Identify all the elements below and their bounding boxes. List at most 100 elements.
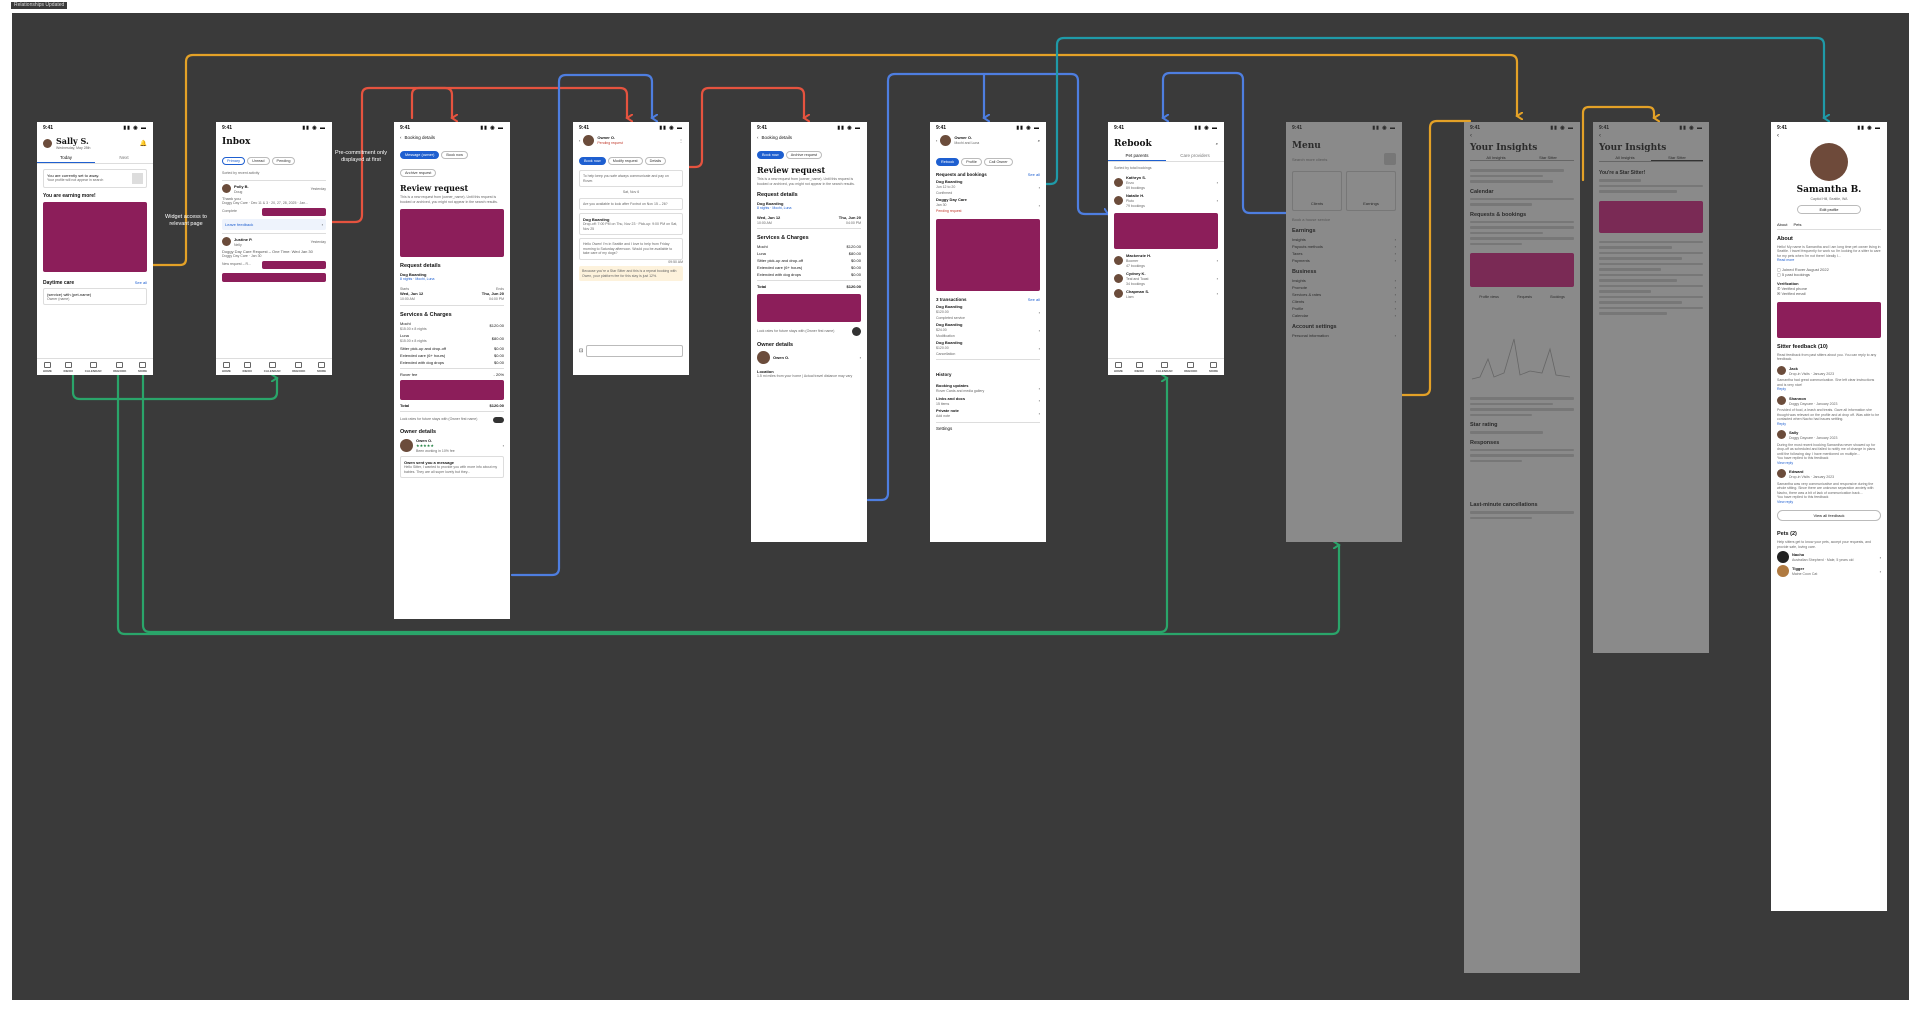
menu-item[interactable]: Clients › <box>1292 299 1396 304</box>
nav-calendar[interactable]: CALENDAR <box>1156 361 1173 373</box>
attach-icon[interactable]: ⊡ <box>579 348 583 354</box>
owner-row[interactable]: Owen O. ★★★★★ Been working in 10% fee › <box>400 438 504 454</box>
nav-inbox[interactable]: INBOX <box>1135 361 1144 373</box>
nav-more[interactable]: MORE <box>317 361 326 373</box>
filter-primary[interactable]: Primary <box>222 157 246 165</box>
see-all-link[interactable]: See all <box>135 280 147 285</box>
details-chip[interactable]: Details <box>644 157 667 165</box>
more-icon[interactable]: ⋮ <box>679 138 683 143</box>
menu-item[interactable]: Payments › <box>1292 258 1396 263</box>
list-item[interactable]: Cydney K. Teal and Toast 34 bookings › <box>1114 271 1218 287</box>
settings-link[interactable]: Settings <box>936 426 1040 431</box>
nav-rebook[interactable]: REBOOK <box>292 361 305 373</box>
list-item[interactable]: Natalie H. Pluto 79 bookings › <box>1114 193 1218 209</box>
edit-profile-button[interactable]: Edit profile <box>1797 204 1861 214</box>
menu-item[interactable]: Profile › <box>1292 306 1396 311</box>
menu-item[interactable]: Payouts methods › <box>1292 244 1396 249</box>
list-item[interactable]: Links and docs 15 items › <box>936 396 1040 407</box>
away-card[interactable]: You are currently set to away. Your prof… <box>43 168 147 188</box>
profile-chip[interactable]: Profile <box>961 158 982 166</box>
earnings-widget[interactable] <box>43 201 147 272</box>
nav-home[interactable]: HOME <box>222 361 231 373</box>
nav-rebook[interactable]: REBOOK <box>113 361 126 373</box>
search-icon[interactable]: ⌕ <box>1038 138 1040 143</box>
filter-unread[interactable]: Unread <box>247 157 270 165</box>
menu-item[interactable]: Promote › <box>1292 285 1396 290</box>
back-icon[interactable]: ‹ <box>579 138 580 143</box>
menu-item[interactable]: Insights › <box>1292 237 1396 242</box>
nav-more[interactable]: MORE <box>1209 361 1218 373</box>
filter-pending[interactable]: Pending <box>271 157 296 165</box>
tab-about[interactable]: About <box>1777 222 1787 227</box>
list-item[interactable]: Polly B. Doug Yesterday Thank you Doggy Da… <box>222 184 326 230</box>
owner-row[interactable]: Owen O. › <box>757 351 861 364</box>
clients-tile[interactable]: Clients <box>1292 171 1342 211</box>
sort-label[interactable]: Sorted by recent activity <box>222 171 326 176</box>
bell-icon[interactable]: 🔔 <box>140 140 147 147</box>
see-all-link[interactable]: See all <box>1028 172 1040 177</box>
nav-calendar[interactable]: CALENDAR <box>264 361 281 373</box>
archive-chip[interactable]: Archive request <box>785 151 823 159</box>
tab-today[interactable]: Today <box>37 155 95 163</box>
tab-star-sitter[interactable]: Star Sitter <box>1522 155 1574 160</box>
nav-home[interactable]: HOME <box>1114 361 1123 373</box>
screen-menu: 9:41 ▮▮ ◉ ▬ Menu Search more clients Clie… <box>1286 122 1402 542</box>
lock-rates-toggle[interactable] <box>852 327 861 336</box>
tab-pet-parents[interactable]: Pet parents <box>1108 153 1166 161</box>
list-item[interactable]: Chapman S. Liam › <box>1114 289 1218 300</box>
menu-item[interactable]: Services & rates › <box>1292 292 1396 297</box>
see-all-link[interactable]: See all <box>1028 297 1040 302</box>
pet-item[interactable]: Nacho Australian Shepherd · Male, 5 years… <box>1777 551 1881 563</box>
book-now-chip[interactable]: Book now <box>757 151 784 159</box>
daytime-title: Daytime care <box>43 279 75 286</box>
list-item[interactable]: Private note Add note › <box>936 408 1040 419</box>
list-item[interactable]: Dog Boarding Jun 12 to 20 Confirmed › <box>936 179 1040 195</box>
tab-star-sitter[interactable]: Star Sitter <box>1651 155 1703 161</box>
back-icon[interactable]: ‹ <box>400 135 402 140</box>
back-icon[interactable]: ‹ <box>757 135 759 140</box>
modify-request-chip[interactable]: Modify request <box>607 157 643 165</box>
nav-calendar[interactable]: CALENDAR <box>85 361 102 373</box>
list-item[interactable]: Dog Boarding $120.00 Completed service › <box>936 304 1040 320</box>
book-now-chip[interactable]: Book now <box>441 151 469 159</box>
back-icon[interactable]: ‹ <box>936 138 937 143</box>
nav-home[interactable]: HOME <box>43 361 52 373</box>
tab-all-insights[interactable]: All Insights <box>1599 155 1651 161</box>
nav-inbox[interactable]: INBOX <box>64 361 73 373</box>
menu-item[interactable]: Insights › <box>1292 278 1396 283</box>
archive-chip[interactable]: Archive request <box>400 169 437 177</box>
menu-item[interactable]: Personal information › <box>1292 333 1396 338</box>
back-icon[interactable]: ‹ <box>1777 133 1881 139</box>
leave-feedback-button[interactable]: Leave feedback › <box>222 218 326 230</box>
earnings-tile[interactable]: Earnings <box>1346 171 1396 211</box>
read-more-link[interactable]: Read more <box>1777 258 1881 263</box>
list-item[interactable]: Mackenzie H. Boomer 47 bookings › <box>1114 253 1218 269</box>
book-now-chip[interactable]: Book now <box>579 157 606 165</box>
list-item[interactable]: Kathryn S. Enzo 89 bookings › <box>1114 175 1218 191</box>
list-item[interactable]: Dog Boarding $120.00 Cancellation › <box>936 340 1040 356</box>
rebook-chip[interactable]: Rebook <box>936 158 960 166</box>
search-icon[interactable]: ⌕ <box>1216 141 1218 146</box>
tab-pets[interactable]: Pets <box>1793 222 1801 227</box>
service-card[interactable]: (service) with (pet-name) Owner (name) <box>43 287 147 305</box>
list-item[interactable]: Justine P. Nelly Yesterday Doggy Day Care … <box>222 237 326 269</box>
message-owner-chip[interactable]: Message (owner) <box>400 151 440 159</box>
tab-next[interactable]: Next <box>95 155 153 163</box>
booking-card[interactable]: Dog Boarding Drop-off: 7:00 PM on Thu, No… <box>579 213 683 235</box>
list-item[interactable]: Booking updates Rover Cards and media gal… <box>936 383 1040 394</box>
call-owner-chip[interactable]: Call Owner <box>983 158 1013 166</box>
pet-item[interactable]: Tigger Maine Coon Cat › <box>1777 565 1881 577</box>
view-all-feedback-button[interactable]: View all feedback <box>1777 510 1881 521</box>
lock-rates-toggle[interactable] <box>493 416 504 423</box>
list-item[interactable]: Doggy Day Care Jan 30 Pending request › <box>936 197 1040 213</box>
menu-item[interactable]: Calendar › <box>1292 313 1396 318</box>
list-item[interactable]: Dog Boarding $24.00 Modification › <box>936 322 1040 338</box>
message-input[interactable] <box>586 345 683 357</box>
nav-more[interactable]: MORE <box>138 361 147 373</box>
menu-item[interactable]: Taxes › <box>1292 251 1396 256</box>
tab-all-insights[interactable]: All Insights <box>1470 155 1522 160</box>
nav-rebook[interactable]: REBOOK <box>1184 361 1197 373</box>
avatar[interactable] <box>43 138 52 148</box>
tab-care-providers[interactable]: Care providers <box>1166 153 1224 161</box>
nav-inbox[interactable]: INBOX <box>243 361 252 373</box>
